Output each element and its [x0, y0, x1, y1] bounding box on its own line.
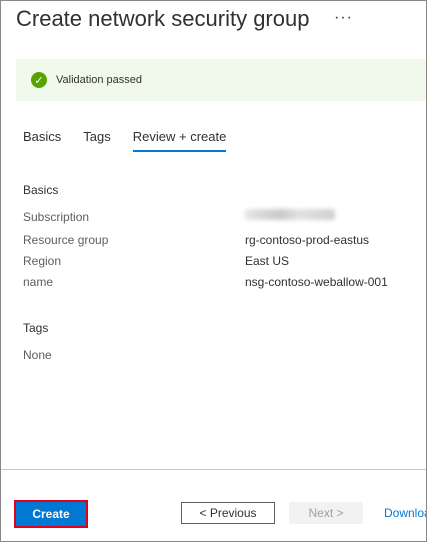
resource-group-value: rg-contoso-prod-eastus	[245, 233, 370, 247]
tab-basics[interactable]: Basics	[23, 129, 61, 152]
download-template-link[interactable]: Downloa	[384, 506, 426, 520]
region-value: East US	[245, 254, 290, 268]
name-label: name	[23, 275, 54, 289]
validation-banner: ✓ Validation passed	[16, 59, 426, 101]
tags-value: None	[23, 348, 52, 362]
subscription-label: Subscription	[23, 210, 90, 224]
create-button[interactable]: Create	[14, 500, 88, 528]
subscription-value-redacted	[245, 209, 335, 220]
validation-text: Validation passed	[56, 74, 143, 86]
tab-tags[interactable]: Tags	[83, 129, 110, 152]
resource-group-label: Resource group	[23, 233, 109, 247]
more-options-button[interactable]: ···	[334, 9, 353, 27]
tags-section-title: Tags	[23, 321, 49, 335]
create-nsg-panel: Create network security group ··· ✓ Vali…	[0, 0, 427, 542]
tab-bar: Basics Tags Review + create	[23, 129, 248, 152]
next-button[interactable]: Next >	[289, 502, 363, 524]
tab-review-create[interactable]: Review + create	[132, 129, 226, 152]
footer-divider	[1, 469, 426, 470]
name-value: nsg-contoso-weballow-001	[245, 275, 388, 289]
checkmark-icon: ✓	[31, 72, 47, 88]
previous-button[interactable]: < Previous	[181, 502, 275, 524]
basics-section-title: Basics	[23, 183, 59, 197]
region-label: Region	[23, 254, 62, 268]
page-title: Create network security group	[16, 6, 310, 31]
